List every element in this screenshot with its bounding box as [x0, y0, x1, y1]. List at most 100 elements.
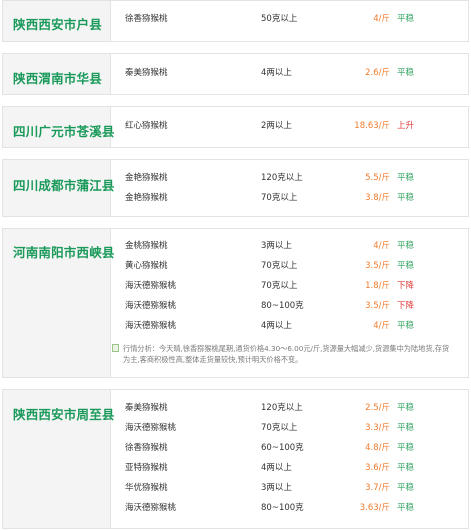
price-trend: 下降	[397, 281, 415, 291]
product-name: 海沃德猕猴桃	[125, 281, 177, 291]
price-trend: 平稳	[397, 423, 415, 433]
region-card-xixia: 河南南阳市西峡县 金桃猕猴桃 3两以上 4/斤 平稳 黄心猕猴桃 70克以上 3…	[2, 228, 469, 378]
price-trend: 平稳	[397, 503, 415, 513]
product-price: 5.5/斤	[365, 173, 390, 183]
region-name[interactable]: 四川成都市蒲江县	[13, 175, 115, 194]
price-trend: 上升	[397, 121, 415, 131]
product-name: 秦美猕猴桃	[125, 68, 168, 78]
price-row: 金桃猕猴桃 3两以上 4/斤 平稳	[111, 236, 468, 256]
product-spec: 4两以上	[261, 68, 292, 78]
price-row: 海沃德猕猴桃 4两以上 4/斤 平稳	[111, 316, 468, 336]
product-spec: 120克以上	[261, 173, 303, 183]
product-price: 4/斤	[373, 321, 390, 331]
price-row: 徐香猕猴桃 50克以上 4/斤 平稳	[111, 9, 468, 29]
product-name: 金桃猕猴桃	[125, 241, 168, 251]
product-spec: 120克以上	[261, 403, 303, 413]
region-name[interactable]: 陕西西安市户县	[13, 14, 102, 33]
product-spec: 4两以上	[261, 463, 292, 473]
product-name: 海沃德猕猴桃	[125, 423, 177, 433]
price-row: 海沃德猕猴桃 80~100克 3.5/斤 下降	[111, 296, 468, 316]
price-trend: 平稳	[397, 483, 415, 493]
product-price: 3.8/斤	[365, 193, 390, 203]
price-trend: 平稳	[397, 14, 415, 24]
region-card-cangxi: 四川广元市苍溪县 红心猕猴桃 2两以上 18.63/斤 上升	[2, 106, 469, 148]
price-row: 华优猕猴桃 3两以上 3.7/斤 平稳	[111, 478, 468, 498]
region-card-huaxian: 陕西渭南市华县 秦美猕猴桃 4两以上 2.6/斤 平稳	[2, 53, 469, 95]
region-card-zhouzhi: 陕西西安市周至县 秦美猕猴桃 120克以上 2.5/斤 平稳 海沃德猕猴桃 70…	[2, 389, 469, 529]
price-row: 亚特猕猴桃 4两以上 3.6/斤 平稳	[111, 458, 468, 478]
product-price: 3.3/斤	[365, 423, 390, 433]
product-spec: 80~100克	[261, 301, 304, 311]
region-card-huxian: 陕西西安市户县 徐香猕猴桃 50克以上 4/斤 平稳	[2, 0, 469, 42]
price-trend: 平稳	[397, 443, 415, 453]
product-spec: 3两以上	[261, 241, 292, 251]
product-name: 秦美猕猴桃	[125, 403, 168, 413]
price-trend: 平稳	[397, 193, 415, 203]
product-price: 3.63/斤	[359, 503, 390, 513]
price-row: 金艳猕猴桃 70克以上 3.8/斤 平稳	[111, 188, 468, 208]
price-trend: 平稳	[397, 173, 415, 183]
product-price: 2.6/斤	[365, 68, 390, 78]
product-price: 3.7/斤	[365, 483, 390, 493]
product-price: 3.6/斤	[365, 463, 390, 473]
product-name: 金艳猕猴桃	[125, 173, 168, 183]
product-name: 亚特猕猴桃	[125, 463, 168, 473]
product-name: 金艳猕猴桃	[125, 193, 168, 203]
market-analysis-text: 行情分析：今天晴,徐香猕猴桃尾期,通货价格4.30～6.00元/斤,货源量大幅减…	[123, 344, 450, 364]
price-row: 徐香猕猴桃 60~100克 4.8/斤 平稳	[111, 438, 468, 458]
price-trend: 平稳	[397, 261, 415, 271]
product-name: 徐香猕猴桃	[125, 443, 168, 453]
price-row: 海沃德猕猴桃 70克以上 3.3/斤 平稳	[111, 418, 468, 438]
product-name: 华优猕猴桃	[125, 483, 168, 493]
region-cell: 陕西西安市周至县	[3, 390, 114, 528]
product-name: 黄心猕猴桃	[125, 261, 168, 271]
product-spec: 70克以上	[261, 281, 298, 291]
product-price: 2.5/斤	[365, 403, 390, 413]
price-trend: 平稳	[397, 463, 415, 473]
region-cell: 陕西渭南市华县	[3, 54, 111, 94]
price-row: 金艳猕猴桃 120克以上 5.5/斤 平稳	[111, 168, 468, 188]
price-row: 秦美猕猴桃 120克以上 2.5/斤 平稳	[111, 398, 468, 418]
product-spec: 70克以上	[261, 423, 298, 433]
product-price: 3.5/斤	[365, 261, 390, 271]
region-cell: 四川广元市苍溪县	[3, 107, 114, 147]
product-spec: 80~100克	[261, 503, 304, 513]
product-price: 4/斤	[373, 241, 390, 251]
region-name[interactable]: 四川广元市苍溪县	[13, 121, 115, 140]
region-name[interactable]: 陕西渭南市华县	[13, 68, 102, 87]
note-icon	[112, 344, 119, 352]
region-name[interactable]: 河南南阳市西峡县	[13, 242, 115, 261]
product-spec: 3两以上	[261, 483, 292, 493]
product-name: 红心猕猴桃	[125, 121, 168, 131]
price-trend: 下降	[397, 301, 415, 311]
product-name: 海沃德猕猴桃	[125, 321, 177, 331]
product-spec: 50克以上	[261, 14, 298, 24]
region-cell: 陕西西安市户县	[3, 1, 111, 41]
product-name: 海沃德猕猴桃	[125, 301, 177, 311]
product-spec: 60~100克	[261, 443, 304, 453]
product-name: 海沃德猕猴桃	[125, 503, 177, 513]
price-trend: 平稳	[397, 403, 415, 413]
price-trend: 平稳	[397, 68, 415, 78]
price-row: 红心猕猴桃 2两以上 18.63/斤 上升	[111, 116, 468, 136]
product-spec: 70克以上	[261, 193, 298, 203]
region-card-pujiang: 四川成都市蒲江县 金艳猕猴桃 120克以上 5.5/斤 平稳 金艳猕猴桃 70克…	[2, 159, 469, 217]
market-analysis: 行情分析：今天晴,徐香猕猴桃尾期,通货价格4.30～6.00元/斤,货源量大幅减…	[112, 343, 453, 365]
product-spec: 2两以上	[261, 121, 292, 131]
price-trend: 平稳	[397, 241, 415, 251]
product-price: 4/斤	[373, 14, 390, 24]
product-price: 18.63/斤	[354, 121, 390, 131]
product-name: 徐香猕猴桃	[125, 14, 168, 24]
price-row: 海沃德猕猴桃 70克以上 1.8/斤 下降	[111, 276, 468, 296]
product-price: 3.5/斤	[365, 301, 390, 311]
region-name[interactable]: 陕西西安市周至县	[13, 404, 115, 423]
price-row: 秦美猕猴桃 4两以上 2.6/斤 平稳	[111, 63, 468, 83]
region-cell: 河南南阳市西峡县	[3, 229, 114, 377]
price-trend: 平稳	[397, 321, 415, 331]
product-spec: 4两以上	[261, 321, 292, 331]
price-row: 黄心猕猴桃 70克以上 3.5/斤 平稳	[111, 256, 468, 276]
product-price: 4.8/斤	[365, 443, 390, 453]
product-price: 1.8/斤	[365, 281, 390, 291]
price-row: 海沃德猕猴桃 80~100克 3.63/斤 平稳	[111, 498, 468, 518]
product-spec: 70克以上	[261, 261, 298, 271]
